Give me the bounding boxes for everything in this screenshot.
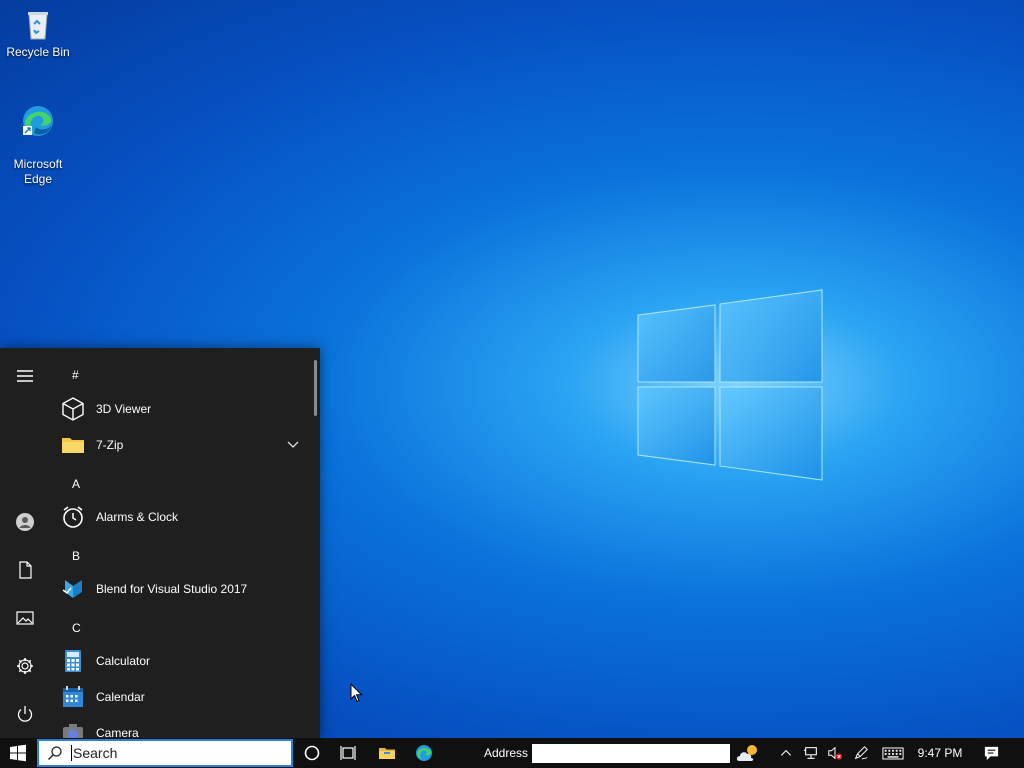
documents-icon (19, 561, 32, 579)
hamburger-icon (17, 370, 33, 382)
file-explorer-button[interactable] (373, 738, 401, 768)
weather-partly-cloudy-icon (736, 745, 757, 761)
app-label: Calculator (96, 654, 151, 668)
app-label: Blend for Visual Studio 2017 (96, 582, 248, 596)
app-label: Alarms & Clock (96, 510, 179, 524)
touch-keyboard-button[interactable] (878, 738, 908, 768)
windows-start-icon (10, 744, 26, 762)
calendar-icon (63, 686, 83, 707)
keyboard-icon (882, 746, 904, 760)
camera-icon (63, 724, 83, 738)
recycle-bin-icon (28, 12, 48, 40)
settings-icon (17, 658, 33, 674)
chevron-up-icon (780, 749, 792, 756)
folder-icon (62, 438, 84, 453)
app-label: Camera (96, 726, 139, 738)
expand-menu-button[interactable] (0, 354, 50, 398)
start-button[interactable] (0, 738, 36, 768)
app-item-camera[interactable]: Camera (60, 715, 310, 738)
app-label: 3D Viewer (96, 402, 152, 416)
notifications-icon (984, 746, 998, 760)
weather-widget[interactable] (733, 738, 763, 768)
file-explorer-icon (379, 748, 395, 759)
task-view-button[interactable] (334, 738, 362, 768)
app-item-calculator[interactable]: Calculator (60, 643, 310, 679)
app-item-3d-viewer[interactable]: 3D Viewer (60, 391, 310, 427)
mouse-cursor-icon (350, 683, 363, 703)
edge-icon (416, 745, 432, 761)
network-icon (803, 747, 817, 759)
address-toolbar-label: Address (484, 746, 529, 760)
start-menu-rail (0, 348, 50, 738)
app-item-7-zip[interactable]: 7-Zip (60, 427, 310, 463)
task-view-icon (340, 746, 356, 760)
alarm-clock-icon (63, 506, 83, 528)
app-item-alarms-clock[interactable]: Alarms & Clock (60, 499, 310, 535)
blend-icon (62, 580, 82, 598)
group-header-b[interactable]: B (72, 549, 80, 563)
start-app-list: # 3D Viewer 7-Zip A Alarms & Clock B Ble… (50, 348, 312, 738)
group-header-hash[interactable]: # (72, 368, 79, 382)
calculator-icon (65, 650, 81, 672)
chevron-down-icon[interactable] (286, 437, 300, 451)
edge-icon (23, 106, 53, 136)
pen-icon (854, 746, 868, 760)
start-menu: # 3D Viewer 7-Zip A Alarms & Clock B Ble… (0, 348, 320, 738)
pen-workspace-button[interactable] (850, 738, 872, 768)
power-button[interactable] (0, 692, 50, 736)
taskbar: Address (0, 738, 1024, 768)
group-header-a[interactable]: A (72, 477, 80, 491)
network-status-button[interactable] (800, 738, 822, 768)
show-hidden-icons-button[interactable] (776, 738, 796, 768)
app-label: Calendar (96, 690, 145, 704)
action-center-button[interactable] (976, 738, 1006, 768)
cortana-button[interactable] (298, 738, 326, 768)
desktop-icon-label: Microsoft Edge (13, 157, 63, 186)
pictures-button[interactable] (0, 596, 50, 640)
windows-wallpaper-logo (637, 289, 823, 481)
taskbar-search-box[interactable] (37, 739, 293, 767)
app-item-calendar[interactable]: Calendar (60, 679, 310, 715)
text-caret (71, 745, 72, 761)
edge-taskbar-button[interactable] (410, 738, 438, 768)
search-icon (48, 746, 62, 760)
group-header-c[interactable]: C (72, 621, 81, 635)
user-account-button[interactable] (0, 500, 50, 544)
search-input[interactable] (73, 745, 273, 761)
user-icon (16, 513, 34, 531)
desktop-icon-recycle-bin[interactable]: Recycle Bin (0, 6, 76, 60)
pictures-icon (16, 611, 34, 625)
system-clock[interactable]: 9:47 PM (912, 746, 968, 760)
cube-icon (62, 397, 84, 421)
power-icon (17, 706, 33, 722)
volume-button[interactable] (824, 738, 846, 768)
app-item-blend[interactable]: Blend for Visual Studio 2017 (60, 571, 310, 607)
cortana-circle-icon (304, 745, 320, 761)
volume-muted-icon (828, 746, 843, 760)
documents-button[interactable] (0, 548, 50, 592)
settings-button[interactable] (0, 644, 50, 688)
desktop-icon-microsoft-edge[interactable]: Microsoft Edge (0, 88, 76, 187)
app-label: 7-Zip (96, 438, 124, 452)
desktop-icon-label: Recycle Bin (6, 45, 70, 59)
address-input[interactable] (532, 744, 730, 763)
app-list-scrollbar[interactable] (314, 360, 317, 416)
